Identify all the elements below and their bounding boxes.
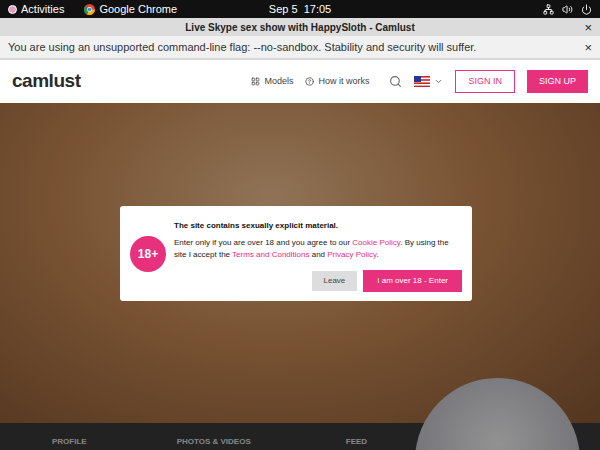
- site-header: camlust Models How it works SIGN IN SIGN UP: [0, 60, 600, 103]
- nav-link[interactable]: How it works: [305, 75, 369, 89]
- chrome-icon: [84, 4, 95, 15]
- sign-up-button[interactable]: SIGN UP: [527, 70, 588, 94]
- policy-link[interactable]: Privacy Policy: [327, 250, 376, 259]
- status-menu[interactable]: [543, 4, 592, 15]
- power-icon: [581, 4, 592, 15]
- policy-link[interactable]: Terms and Conditions: [232, 250, 309, 259]
- logo[interactable]: camlust: [12, 67, 80, 96]
- profile-content: PROFILEPHOTOS & VIDEOSFEED18+The site co…: [0, 103, 600, 450]
- activities-button[interactable]: Activities: [8, 1, 64, 18]
- modal-body: Enter only if you are over 18 and you ag…: [174, 237, 462, 261]
- grid-icon: [251, 77, 260, 86]
- age-modal: 18+ The site contains sexually explicit m…: [120, 206, 472, 301]
- title-bar: Live Skype sex show with HappySloth - Ca…: [0, 18, 600, 36]
- nav-link[interactable]: Models: [251, 75, 293, 89]
- policy-link[interactable]: Cookie Policy: [352, 238, 400, 247]
- sign-in-button[interactable]: SIGN IN: [455, 70, 515, 94]
- modal-layer: 18+ The site contains sexually explicit m…: [0, 103, 600, 450]
- search-icon[interactable]: [389, 75, 402, 88]
- network-icon: [543, 4, 554, 15]
- help-icon: [305, 77, 314, 86]
- system-bar: Activities Google Chrome Sep 5 17:05: [0, 0, 600, 18]
- language-select[interactable]: [414, 76, 443, 87]
- infobar: You are using an unsupported command-lin…: [0, 36, 600, 60]
- volume-icon: [562, 4, 573, 15]
- activities-icon: [8, 5, 17, 14]
- clock[interactable]: Sep 5 17:05: [269, 1, 331, 18]
- window-title: Live Skype sex show with HappySloth - Ca…: [185, 20, 415, 35]
- chevron-down-icon: [434, 77, 443, 86]
- leave-button[interactable]: Leave: [312, 271, 358, 291]
- infobar-message: You are using an unsupported command-lin…: [8, 39, 576, 56]
- age-badge: 18+: [130, 236, 166, 272]
- screen: Activities Google Chrome Sep 5 17:05 Live S…: [0, 0, 600, 450]
- modal-title: The site contains sexually explicit mate…: [174, 220, 462, 232]
- us-flag-icon: [414, 76, 430, 87]
- app-menu[interactable]: Google Chrome: [84, 1, 177, 18]
- infobar-close-button[interactable]: ×: [584, 41, 592, 54]
- enter-button[interactable]: I am over 18 - Enter: [363, 270, 462, 292]
- close-button[interactable]: ×: [584, 21, 592, 34]
